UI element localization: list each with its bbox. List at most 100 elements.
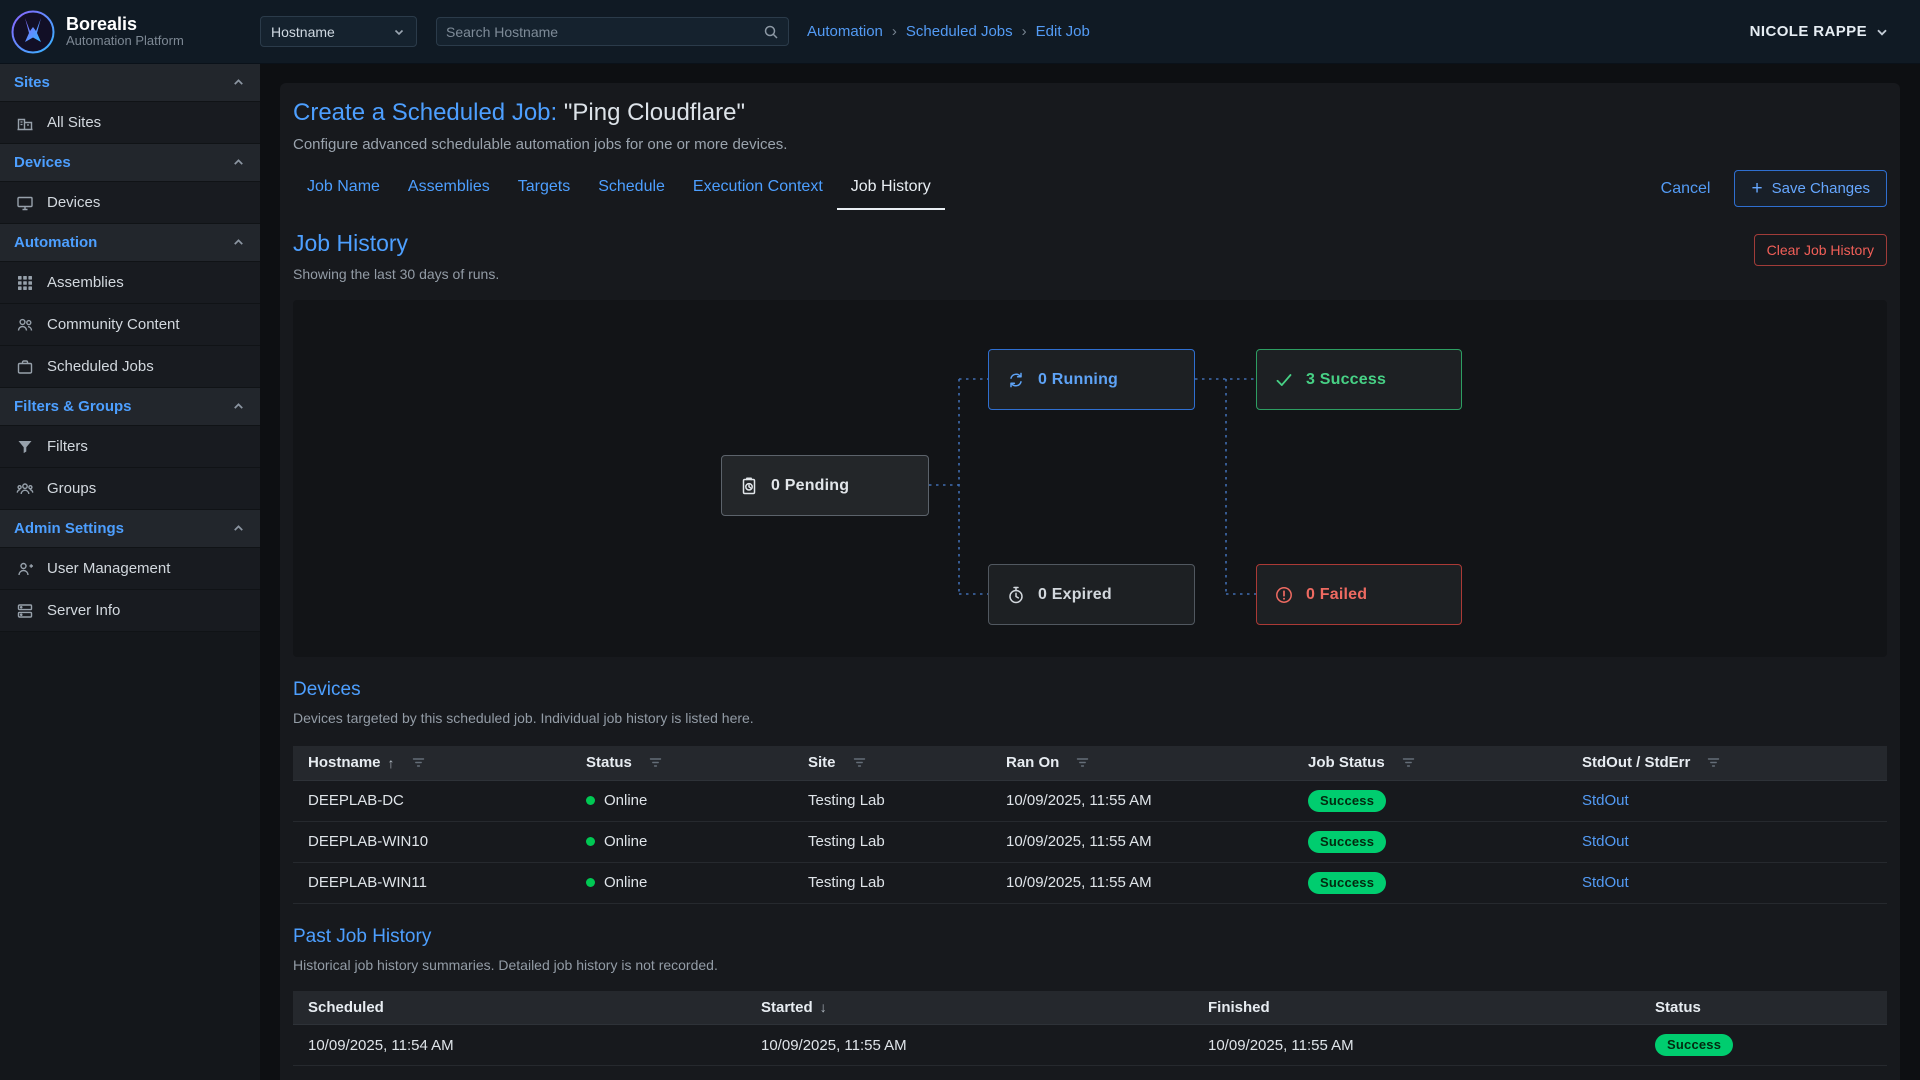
save-changes-button[interactable]: + Save Changes: [1734, 170, 1887, 207]
stdout-cell: StdOut: [1567, 780, 1887, 821]
sidebar-section-filters-groups[interactable]: Filters & Groups: [0, 388, 260, 426]
sidebar-item-groups[interactable]: Groups: [0, 468, 260, 510]
sidebar-section-admin-settings[interactable]: Admin Settings: [0, 510, 260, 548]
filter-icon[interactable]: [648, 755, 663, 770]
sidebar-item-filters[interactable]: Filters: [0, 426, 260, 468]
stdout-link[interactable]: StdOut: [1582, 792, 1629, 809]
table-row: DEEPLAB-WIN11 Online Testing Lab 10/09/2…: [293, 862, 1887, 903]
breadcrumb-edit-job[interactable]: Edit Job: [1036, 23, 1090, 40]
column-label: Started: [761, 999, 813, 1016]
column-header-site[interactable]: Site: [793, 746, 991, 780]
column-label: Ran On: [1006, 754, 1059, 771]
filter-icon[interactable]: [852, 755, 867, 770]
sidebar-item-all-sites[interactable]: All Sites: [0, 102, 260, 144]
column-label: Job Status: [1308, 754, 1385, 771]
timer-expired-icon: [1006, 585, 1026, 605]
sidebar-item-label: Groups: [47, 480, 96, 497]
edit-job-card: Create a Scheduled Job: "Ping Cloudflare…: [280, 83, 1900, 1080]
column-header-stdout-stderr[interactable]: StdOut / StdErr: [1567, 746, 1887, 780]
tab-assemblies[interactable]: Assemblies: [394, 167, 504, 210]
column-header-ran-on[interactable]: Ran On: [991, 746, 1293, 780]
flow-node-running: 0 Running: [988, 349, 1195, 410]
clear-job-history-button[interactable]: Clear Job History: [1754, 234, 1887, 266]
column-header-status[interactable]: Status: [571, 746, 793, 780]
groups-icon: [16, 480, 34, 498]
devices-table-header-row: Hostname ↑ Status Site Ran On: [293, 746, 1887, 780]
tab-schedule[interactable]: Schedule: [584, 167, 679, 210]
user-menu[interactable]: NICOLE RAPPE: [1750, 23, 1890, 40]
topbar: Borealis Automation Platform Hostname Au…: [0, 0, 1920, 64]
status-text: Online: [604, 792, 647, 809]
flow-node-label: 3 Success: [1306, 371, 1386, 389]
ran-on-cell: 10/09/2025, 11:55 AM: [991, 862, 1293, 903]
breadcrumb-separator: ›: [1022, 23, 1027, 40]
sort-desc-icon: ↓: [820, 999, 827, 1015]
column-header-finished[interactable]: Finished: [1193, 991, 1640, 1025]
breadcrumb-separator: ›: [892, 23, 897, 40]
brand: Borealis Automation Platform: [0, 9, 260, 55]
sidebar-section-sites[interactable]: Sites: [0, 64, 260, 102]
tab-bar: Job Name Assemblies Targets Schedule Exe…: [293, 167, 945, 210]
status-cell: Online: [571, 821, 793, 862]
sidebar-item-server-info[interactable]: Server Info: [0, 590, 260, 632]
stdout-link[interactable]: StdOut: [1582, 874, 1629, 891]
hostname-select[interactable]: Hostname: [260, 16, 417, 47]
past-job-history-subheading: Historical job history summaries. Detail…: [293, 957, 1887, 973]
online-status-dot: [586, 796, 595, 805]
grid-icon: [16, 274, 34, 292]
section-label: Devices: [14, 154, 71, 171]
filter-icon[interactable]: [1706, 755, 1721, 770]
sidebar-section-devices[interactable]: Devices: [0, 144, 260, 182]
filter-icon[interactable]: [1075, 755, 1090, 770]
sidebar-item-community-content[interactable]: Community Content: [0, 304, 260, 346]
status-cell: Online: [571, 780, 793, 821]
online-status-dot: [586, 878, 595, 887]
hostname-cell: DEEPLAB-WIN10: [293, 821, 571, 862]
breadcrumb-scheduled-jobs[interactable]: Scheduled Jobs: [906, 23, 1013, 40]
breadcrumb-automation[interactable]: Automation: [807, 23, 883, 40]
sidebar-item-label: All Sites: [47, 114, 101, 131]
sidebar-item-scheduled-jobs[interactable]: Scheduled Jobs: [0, 346, 260, 388]
sidebar-item-assemblies[interactable]: Assemblies: [0, 262, 260, 304]
column-header-hostname[interactable]: Hostname ↑: [293, 746, 571, 780]
column-header-started[interactable]: Started ↓: [746, 991, 1193, 1025]
stdout-link[interactable]: StdOut: [1582, 833, 1629, 850]
column-header-job-status[interactable]: Job Status: [1293, 746, 1567, 780]
past-job-history-table: Scheduled Started ↓ Finished Status 10/0…: [293, 991, 1887, 1067]
column-label: Status: [586, 754, 632, 771]
tab-job-name[interactable]: Job Name: [293, 167, 394, 210]
page-title-job-name: "Ping Cloudflare": [564, 99, 745, 126]
column-header-scheduled[interactable]: Scheduled: [293, 991, 746, 1025]
status-cell: Success: [1640, 1025, 1887, 1066]
search-input[interactable]: [446, 24, 763, 40]
section-label: Automation: [14, 234, 97, 251]
filter-icon[interactable]: [411, 755, 426, 770]
page-title: Create a Scheduled Job: "Ping Cloudflare…: [293, 99, 1887, 127]
flow-node-label: 0 Pending: [771, 477, 849, 495]
scheduled-cell: 10/09/2025, 11:54 AM: [293, 1025, 746, 1066]
job-status-cell: Success: [1293, 780, 1567, 821]
main-content: Create a Scheduled Job: "Ping Cloudflare…: [260, 64, 1920, 1080]
sidebar-item-devices[interactable]: Devices: [0, 182, 260, 224]
flow-node-label: 0 Failed: [1306, 586, 1367, 604]
sidebar-section-automation[interactable]: Automation: [0, 224, 260, 262]
tab-job-history[interactable]: Job History: [837, 167, 945, 210]
job-status-cell: Success: [1293, 821, 1567, 862]
sidebar-item-label: Filters: [47, 438, 88, 455]
status-badge: Success: [1308, 872, 1386, 894]
filter-icon[interactable]: [1401, 755, 1416, 770]
sidebar-item-label: User Management: [47, 560, 170, 577]
job-history-subheading: Showing the last 30 days of runs.: [293, 266, 499, 282]
section-label: Admin Settings: [14, 520, 124, 537]
job-history-section-head: Job History Showing the last 30 days of …: [293, 230, 1887, 282]
search-icon[interactable]: [763, 24, 779, 40]
tab-execution-context[interactable]: Execution Context: [679, 167, 837, 210]
sidebar-item-user-management[interactable]: User Management: [0, 548, 260, 590]
cancel-button[interactable]: Cancel: [1661, 180, 1711, 198]
started-cell: 10/09/2025, 11:55 AM: [746, 1025, 1193, 1066]
site-cell: Testing Lab: [793, 780, 991, 821]
sidebar: Sites All Sites Devices Devices Automati…: [0, 64, 260, 1080]
column-header-status[interactable]: Status: [1640, 991, 1887, 1025]
tab-targets[interactable]: Targets: [504, 167, 584, 210]
brand-subtitle: Automation Platform: [66, 34, 184, 49]
